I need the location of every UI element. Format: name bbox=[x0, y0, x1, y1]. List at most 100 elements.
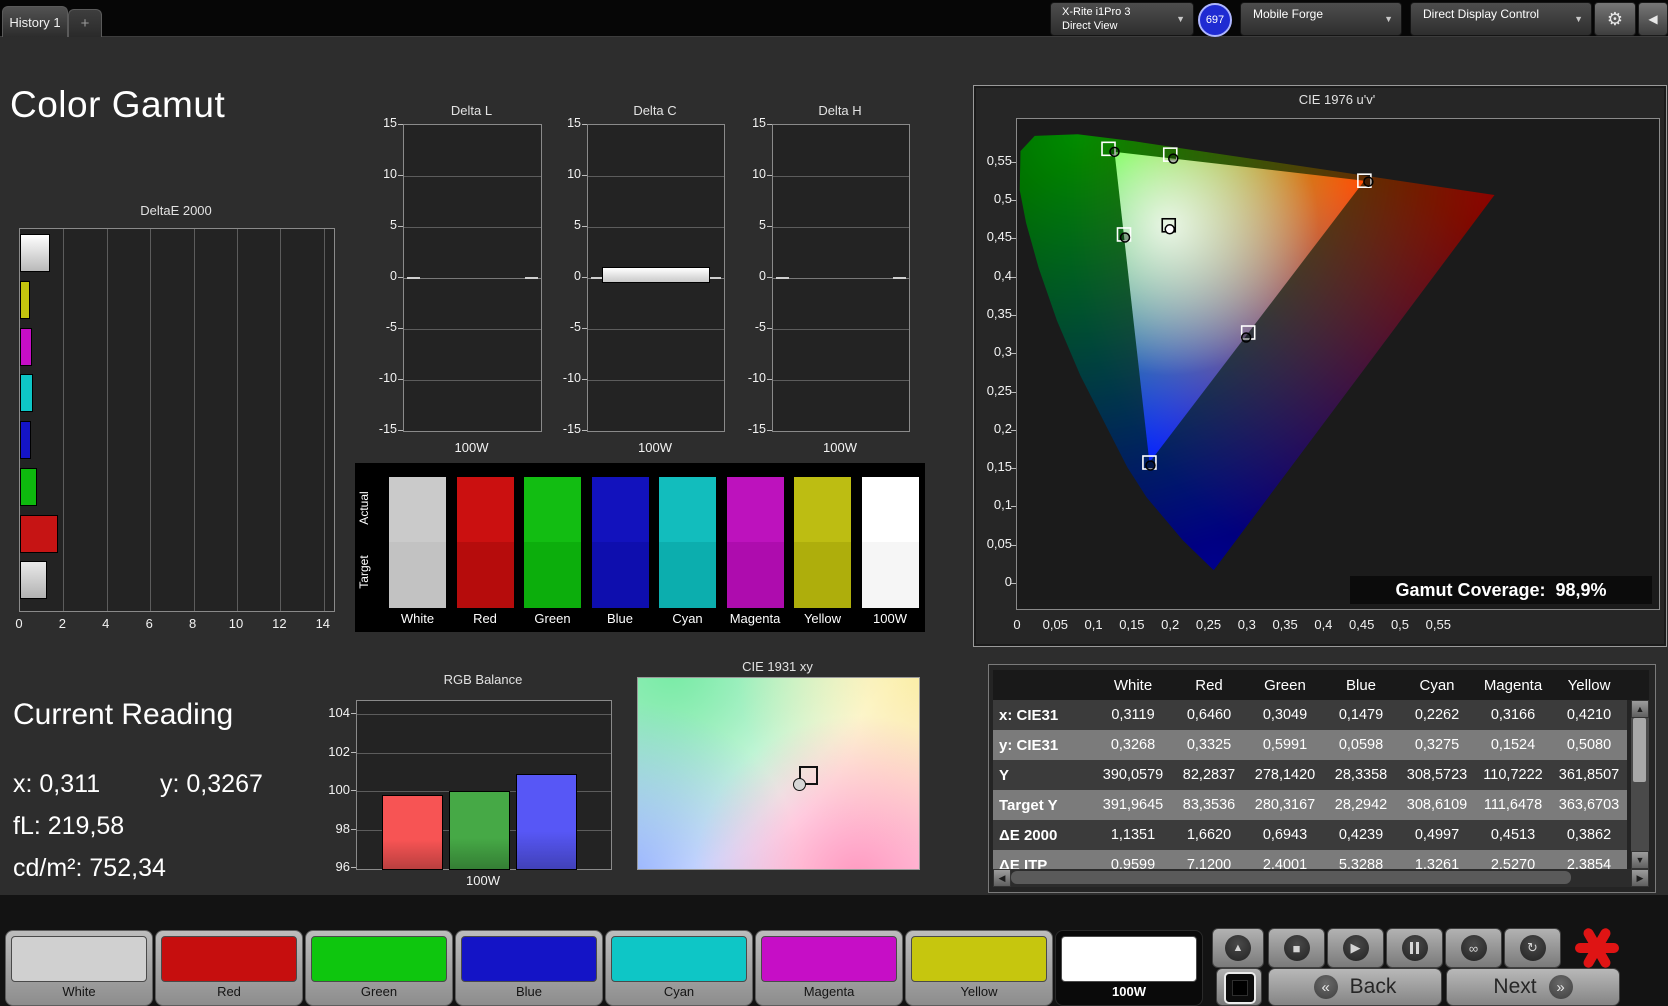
scroll-left-button[interactable]: ◀ bbox=[993, 869, 1011, 887]
collapse-panel-button[interactable]: ◀ bbox=[1638, 2, 1668, 36]
table-row-y[interactable]: Y 390,0579 82,2837 278,1420 28,3358 308,5723 1… bbox=[993, 760, 1627, 790]
patch-button-100w[interactable]: 100W bbox=[1055, 930, 1203, 1006]
deltae-xtick: 2 bbox=[58, 616, 66, 631]
swatch-label: 100W bbox=[873, 611, 907, 626]
meter-dropdown[interactable]: X-Rite i1Pro 3 Direct View ▼ bbox=[1050, 2, 1194, 36]
gridline bbox=[588, 227, 724, 228]
patch-label: Blue bbox=[515, 984, 543, 999]
settings-button[interactable]: ⚙ bbox=[1594, 2, 1636, 36]
tab-history-1[interactable]: History 1 bbox=[2, 6, 68, 37]
cell: 83,3536 bbox=[1182, 797, 1236, 813]
display-control-dropdown[interactable]: Direct Display Control ▼ bbox=[1410, 2, 1592, 36]
zero-tick bbox=[893, 277, 906, 279]
meter-count-badge[interactable]: 697 bbox=[1198, 3, 1232, 37]
cie1976-xtick: 0,2 bbox=[1161, 617, 1180, 632]
gridline bbox=[280, 229, 282, 611]
patch-button-white[interactable]: White bbox=[5, 930, 153, 1006]
table-horizontal-scrollbar[interactable]: ◀ ▶ bbox=[993, 869, 1649, 887]
patch-button-magenta[interactable]: Magenta bbox=[755, 930, 903, 1006]
swatch-actual-yellow bbox=[794, 477, 851, 542]
row-label: ΔE ITP bbox=[999, 856, 1048, 870]
reading-x-value: 0,311 bbox=[39, 770, 101, 798]
patch-button-cyan[interactable]: Cyan bbox=[605, 930, 753, 1006]
reading-fl-value: 219,58 bbox=[47, 812, 125, 840]
delta-chart-delta-c bbox=[587, 124, 725, 432]
back-button-label: Back bbox=[1349, 975, 1397, 998]
delta-chart-delta-h bbox=[772, 124, 910, 432]
pause-bar bbox=[1416, 942, 1419, 954]
scroll-up-button[interactable]: ▲ bbox=[1631, 700, 1649, 718]
delta-ytick: 15 bbox=[383, 116, 397, 130]
cie1976-xtick: 0,15 bbox=[1119, 617, 1145, 632]
cell: 391,9645 bbox=[1102, 797, 1164, 813]
tick-mark bbox=[767, 175, 772, 176]
cell: 0,1479 bbox=[1338, 707, 1384, 723]
scroll-down-button[interactable]: ▼ bbox=[1631, 851, 1649, 869]
delta-bar bbox=[602, 267, 710, 283]
gamut-coverage-value: 98,9% bbox=[1555, 579, 1607, 600]
cie1976-xtick: 0,05 bbox=[1042, 617, 1068, 632]
back-button[interactable]: « Back bbox=[1268, 968, 1442, 1006]
tick-mark bbox=[767, 277, 772, 278]
gridline bbox=[357, 752, 611, 754]
patch-button-red[interactable]: Red bbox=[155, 930, 303, 1006]
meter-count-value: 697 bbox=[1205, 14, 1225, 26]
tick-mark bbox=[1011, 200, 1016, 201]
cell: 0,4239 bbox=[1338, 827, 1384, 843]
rgb-balance-series-label: 100W bbox=[466, 873, 500, 888]
table-row-δe-2000[interactable]: ΔE 2000 1,1351 1,6620 0,6943 0,4239 0,4997 0,4… bbox=[993, 820, 1627, 850]
cell: 0,3119 bbox=[1111, 707, 1155, 723]
cell: 5,3288 bbox=[1338, 857, 1384, 869]
table-row-y-cie31[interactable]: y: CIE31 0,3268 0,3325 0,5991 0,0598 0,3275 0,… bbox=[993, 730, 1627, 760]
cell: 1,1351 bbox=[1110, 827, 1156, 843]
cie1976-xtick: 0,5 bbox=[1390, 617, 1410, 632]
swatch-target-white bbox=[389, 542, 446, 608]
patch-scroll-up-button[interactable]: ▲ bbox=[1212, 928, 1264, 968]
delta-ytick: 5 bbox=[759, 218, 766, 232]
cell: 0,4513 bbox=[1490, 827, 1536, 843]
swatch-actual-green bbox=[524, 477, 581, 542]
pause-button[interactable] bbox=[1386, 928, 1443, 968]
zero-tick bbox=[525, 277, 538, 279]
tick-mark bbox=[582, 124, 587, 125]
loop-button[interactable]: ∞ bbox=[1445, 928, 1502, 968]
table-row-x-cie31[interactable]: x: CIE31 0,3119 0,6460 0,3049 0,1479 0,2262 0,… bbox=[993, 700, 1627, 730]
patch-label: Red bbox=[217, 984, 241, 999]
next-button[interactable]: Next » bbox=[1446, 968, 1620, 1006]
add-tab-button[interactable]: + bbox=[68, 9, 102, 37]
display-control-label: Direct Display Control bbox=[1423, 7, 1540, 21]
patch-button-yellow[interactable]: Yellow bbox=[905, 930, 1053, 1006]
delta-ytick: 15 bbox=[567, 116, 581, 130]
stop-button[interactable]: ■ bbox=[1268, 928, 1325, 968]
scroll-thumb[interactable] bbox=[1633, 718, 1646, 782]
arrow-up-icon: ▲ bbox=[1232, 942, 1244, 954]
patch-swatch bbox=[311, 936, 447, 982]
gridline bbox=[193, 229, 195, 611]
meter-line1: X-Rite i1Pro 3 bbox=[1062, 6, 1131, 18]
table-row-target-y[interactable]: Target Y 391,9645 83,3536 280,3167 28,2942 30… bbox=[993, 790, 1627, 820]
delta-ytick: -5 bbox=[569, 320, 581, 334]
tab-history-1-label: History 1 bbox=[9, 14, 61, 30]
reading-y-value: 0,3267 bbox=[186, 770, 263, 798]
gridline bbox=[404, 176, 541, 177]
cell: 0,5991 bbox=[1262, 737, 1308, 753]
cell: 7,1200 bbox=[1186, 857, 1232, 869]
column-header-yellow: Yellow bbox=[1567, 676, 1611, 694]
reading-y-label: y: bbox=[160, 770, 180, 798]
scroll-thumb[interactable] bbox=[1011, 871, 1571, 884]
rgb-balance-chart bbox=[356, 700, 612, 870]
cie1976-ytick: 0,05 bbox=[986, 535, 1012, 551]
patch-button-green[interactable]: Green bbox=[305, 930, 453, 1006]
table-row-δe-itp[interactable]: ΔE ITP 0,9599 7,1200 2,4001 5,3288 1,3261 2,52… bbox=[993, 850, 1627, 869]
current-patch-indicator-button[interactable] bbox=[1216, 968, 1262, 1006]
tick-mark bbox=[767, 226, 772, 227]
play-button[interactable]: ▶ bbox=[1327, 928, 1384, 968]
delta-chart-delta-l bbox=[403, 124, 542, 432]
patch-button-blue[interactable]: Blue bbox=[455, 930, 603, 1006]
profile-dropdown[interactable]: Mobile Forge ▼ bbox=[1240, 2, 1402, 36]
refresh-button[interactable]: ↻ bbox=[1504, 928, 1561, 968]
cell: 1,3261 bbox=[1414, 857, 1460, 869]
table-vertical-scrollbar[interactable]: ▲ ▼ bbox=[1631, 700, 1649, 869]
scroll-right-button[interactable]: ▶ bbox=[1631, 869, 1649, 887]
column-header-green: Green bbox=[1264, 676, 1306, 694]
